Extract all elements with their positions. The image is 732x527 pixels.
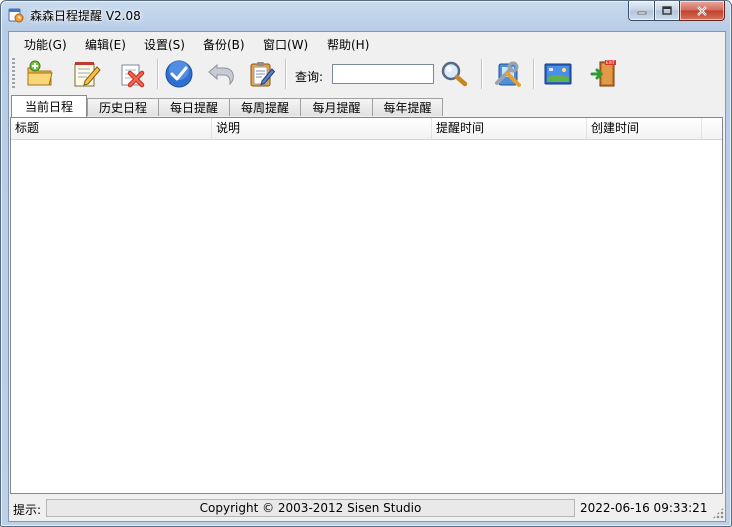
open-folder-icon	[27, 60, 53, 86]
close-button[interactable]	[679, 1, 725, 21]
toolbar-separator	[157, 59, 159, 89]
column-created-time[interactable]: 创建时间	[587, 118, 702, 139]
title-bar[interactable]: 森森日程提醒 V2.08	[1, 1, 731, 29]
exit-button[interactable]: EXIT	[587, 57, 621, 91]
toolbar-separator	[285, 59, 287, 89]
exit-door-icon: EXIT	[590, 60, 616, 87]
maximize-button[interactable]	[654, 1, 679, 21]
tab-yearly-reminder[interactable]: 每年提醒	[372, 98, 443, 116]
column-title[interactable]: 标题	[11, 118, 212, 139]
open-button[interactable]	[23, 57, 57, 91]
complete-check-icon	[165, 60, 193, 88]
toolbar: 查询: EXIT	[9, 54, 725, 94]
tab-weekly-reminder[interactable]: 每周提醒	[229, 98, 301, 116]
search-button[interactable]	[437, 57, 471, 91]
tab-history-schedule[interactable]: 历史日程	[87, 98, 159, 116]
caption-buttons	[628, 1, 725, 21]
column-description[interactable]: 说明	[212, 118, 432, 139]
schedule-list[interactable]: 标题 说明 提醒时间 创建时间	[10, 117, 723, 494]
menu-function[interactable]: 功能(G)	[24, 36, 67, 53]
minimize-icon	[637, 11, 646, 14]
tab-monthly-reminder[interactable]: 每月提醒	[300, 98, 373, 116]
tab-current-schedule[interactable]: 当前日程	[11, 95, 87, 117]
complete-button[interactable]	[162, 57, 196, 91]
menu-backup[interactable]: 备份(B)	[203, 36, 245, 53]
search-input[interactable]	[332, 64, 434, 84]
calendar-clock-icon	[8, 8, 24, 23]
svg-text:EXIT: EXIT	[606, 60, 615, 65]
status-message: Copyright © 2003-2012 Sisen Studio	[46, 499, 575, 517]
desktop-icon	[544, 63, 572, 85]
toolbar-grip[interactable]	[12, 58, 15, 90]
status-bar: 提示: Copyright © 2003-2012 Sisen Studio 2…	[9, 495, 725, 520]
clipboard-edit-icon	[250, 62, 276, 87]
undo-button[interactable]	[204, 57, 238, 91]
menu-window[interactable]: 窗口(W)	[263, 36, 308, 53]
menu-edit[interactable]: 编辑(E)	[85, 36, 126, 53]
menu-help[interactable]: 帮助(H)	[327, 36, 369, 53]
menu-bar: 功能(G) 编辑(E) 设置(S) 备份(B) 窗口(W) 帮助(H)	[9, 32, 725, 54]
delete-button[interactable]	[115, 57, 149, 91]
settings-button[interactable]	[491, 57, 525, 91]
status-datetime: 2022-06-16 09:33:21	[580, 501, 708, 515]
toolbar-separator	[481, 59, 483, 89]
toolbar-separator	[533, 59, 535, 89]
client-area: 功能(G) 编辑(E) 设置(S) 备份(B) 窗口(W) 帮助(H) 查询: …	[8, 31, 726, 522]
magnifier-icon	[441, 61, 468, 87]
edit-notepad-icon	[74, 62, 101, 87]
status-hint-label: 提示:	[13, 503, 42, 517]
settings-tools-icon	[495, 61, 521, 87]
tab-daily-reminder[interactable]: 每日提醒	[158, 98, 230, 116]
query-label: 查询:	[295, 70, 324, 84]
delete-icon	[121, 64, 145, 88]
window-title: 森森日程提醒 V2.08	[30, 9, 141, 23]
maximize-icon	[662, 6, 672, 15]
column-reminder-time[interactable]: 提醒时间	[432, 118, 587, 139]
note-button[interactable]	[245, 57, 279, 91]
menu-settings[interactable]: 设置(S)	[144, 36, 185, 53]
list-header: 标题 说明 提醒时间 创建时间	[11, 118, 722, 140]
desktop-button[interactable]	[541, 57, 575, 91]
edit-button[interactable]	[69, 57, 103, 91]
schedule-tabs: 当前日程 历史日程 每日提醒 每周提醒 每月提醒 每年提醒	[9, 95, 725, 117]
minimize-button[interactable]	[628, 1, 654, 21]
app-window: 森森日程提醒 V2.08 功能(G) 编辑(E) 设置(S) 备份(B) 窗口(…	[0, 0, 732, 527]
undo-icon	[208, 63, 234, 86]
close-icon	[697, 5, 707, 16]
resize-grip[interactable]	[712, 507, 724, 519]
